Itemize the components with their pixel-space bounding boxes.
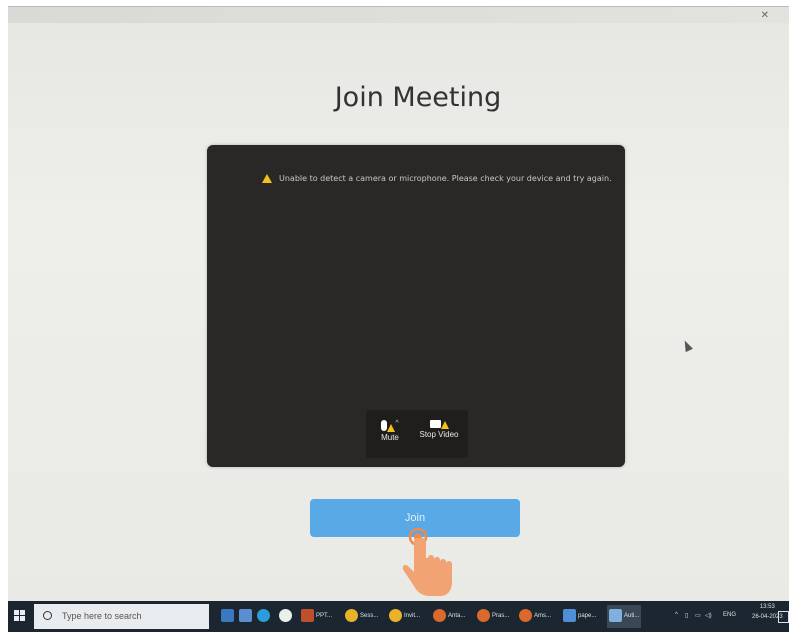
notification-icon[interactable] — [778, 611, 789, 623]
clock-time: 13:53 — [759, 604, 775, 610]
taskbar-icon-folder[interactable] — [221, 605, 236, 628]
taskbar-app-6[interactable]: pape... — [563, 605, 596, 628]
taskbar-app-5[interactable]: Ams... — [519, 605, 551, 628]
close-icon[interactable]: ✕ — [761, 10, 769, 21]
monitor-icon[interactable]: ▭ — [695, 612, 701, 619]
taskbar-app-1[interactable]: Sess... — [345, 605, 378, 628]
taskbar-icon-edge[interactable] — [257, 605, 272, 628]
taskbar-icon-whatsapp[interactable] — [279, 605, 294, 628]
chevron-up-icon[interactable]: ^ — [675, 612, 678, 618]
taskbar-search-input[interactable]: Type here to search — [34, 604, 209, 629]
chrome-icon — [519, 608, 532, 622]
taskbar-app-4[interactable]: Pras... — [477, 605, 509, 628]
mute-button[interactable]: ^ Mute — [372, 414, 408, 442]
taskbar-app-7[interactable]: Auti... — [607, 605, 642, 628]
chrome-icon — [345, 608, 358, 622]
taskbar-app-2[interactable]: Invit... — [389, 605, 420, 628]
chrome-icon — [477, 608, 490, 622]
chrome-icon — [433, 608, 446, 622]
stop-video-label: Stop Video — [419, 430, 459, 439]
mute-label: Mute — [381, 433, 399, 442]
battery-icon[interactable]: ▯ — [685, 612, 688, 619]
stop-video-button[interactable]: Stop Video — [414, 414, 464, 439]
video-preview: Unable to detect a camera or microphone.… — [207, 145, 625, 467]
window-titlebar: ✕ — [8, 7, 789, 23]
search-icon — [43, 611, 52, 620]
taskbar-icon-store[interactable] — [239, 605, 254, 628]
page-title: Join Meeting — [334, 82, 502, 113]
speaker-icon[interactable]: ◁) — [705, 612, 712, 619]
app-icon — [609, 608, 622, 622]
search-placeholder: Type here to search — [62, 611, 142, 621]
tap-hand-icon — [402, 528, 452, 596]
preview-controls: ^ Mute Stop Video — [366, 410, 468, 458]
chevron-up-icon[interactable]: ^ — [395, 420, 398, 427]
warning-icon — [440, 421, 449, 429]
language-indicator[interactable]: ENG — [723, 612, 736, 618]
windows-start-icon[interactable] — [14, 610, 26, 622]
powerpoint-icon — [301, 608, 314, 622]
taskbar: Type here to search PPT... Sess... Invit… — [8, 601, 789, 632]
camera-icon — [429, 420, 441, 428]
warning-text: Unable to detect a camera or microphone.… — [279, 174, 612, 183]
taskbar-app-3[interactable]: Anta... — [433, 605, 465, 628]
device-warning: Unable to detect a camera or microphone.… — [262, 174, 612, 183]
image-icon — [563, 608, 576, 622]
chrome-icon — [389, 608, 402, 622]
taskbar-app-0[interactable]: PPT... — [301, 605, 332, 628]
warning-icon — [262, 174, 272, 183]
